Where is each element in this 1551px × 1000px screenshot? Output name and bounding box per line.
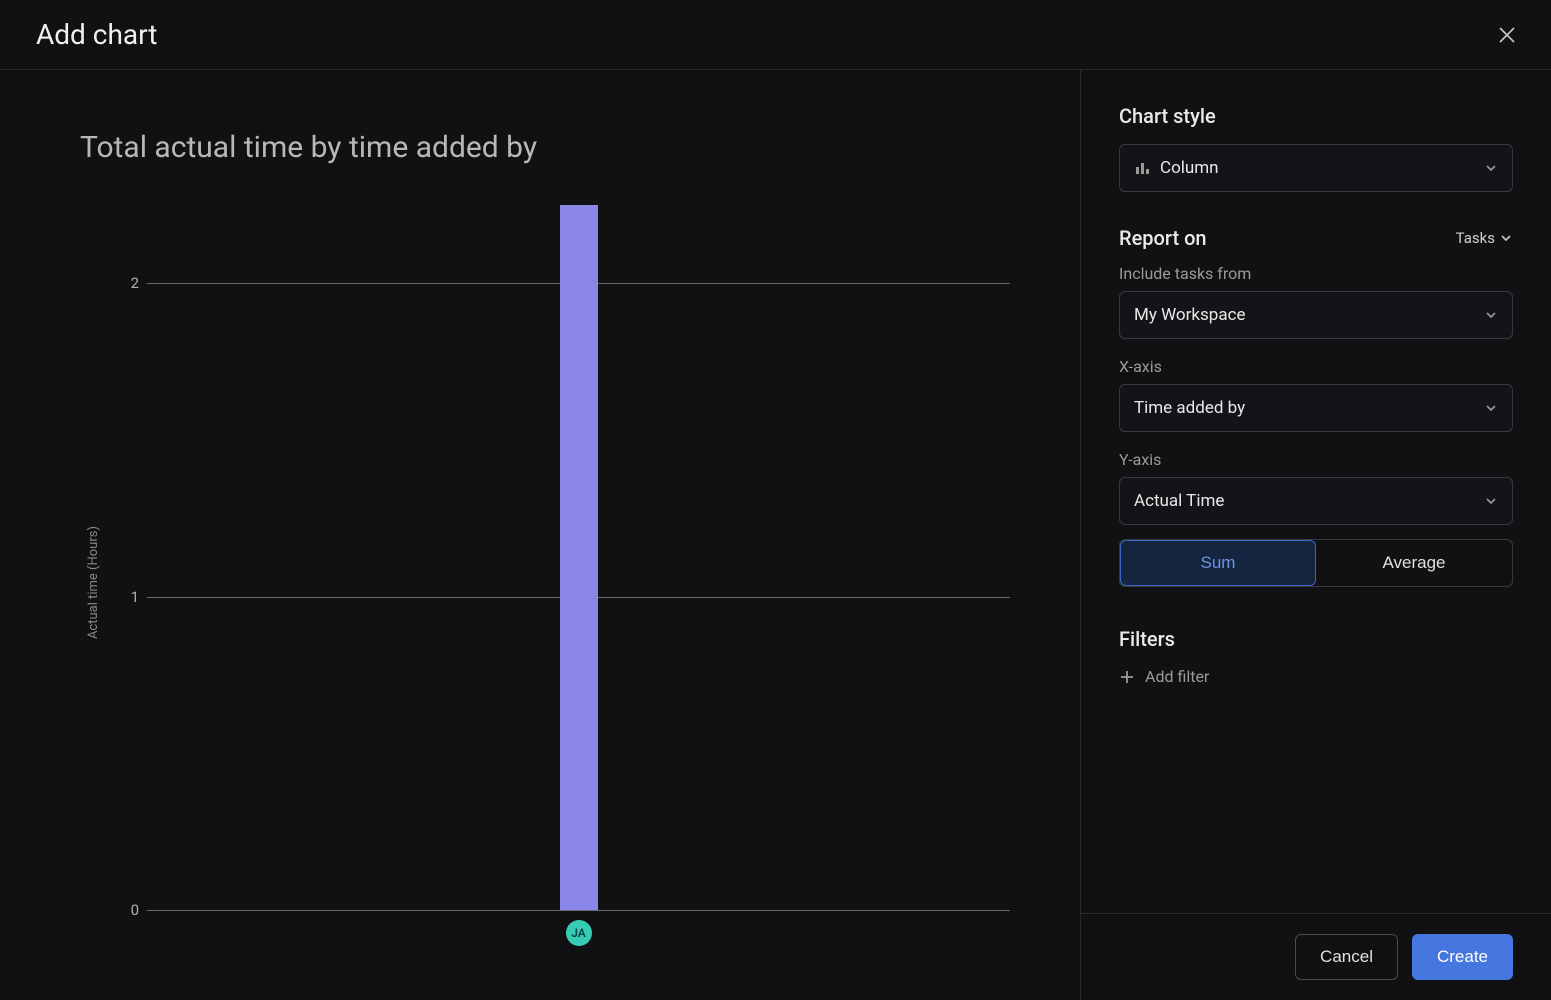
gridline — [147, 910, 1010, 911]
close-icon — [1498, 26, 1516, 44]
y-axis-label-field: Y-axis — [1119, 450, 1513, 469]
cancel-button[interactable]: Cancel — [1295, 934, 1398, 980]
modal-body: Total actual time by time added by Actua… — [0, 70, 1551, 1000]
create-button[interactable]: Create — [1412, 934, 1513, 980]
y-tick-label: 0 — [117, 901, 139, 919]
include-tasks-label: Include tasks from — [1119, 264, 1513, 283]
aggregation-average-button[interactable]: Average — [1316, 540, 1512, 586]
report-on-select[interactable]: Tasks — [1456, 229, 1513, 247]
config-footer: Cancel Create — [1081, 913, 1551, 1000]
report-on-title: Report on — [1119, 226, 1207, 250]
report-on-header: Report on Tasks — [1119, 226, 1513, 250]
y-tick-label: 2 — [117, 274, 139, 292]
chart-plot: 012JA — [117, 205, 1010, 910]
filters-section: Filters Add filter — [1119, 627, 1513, 686]
add-chart-modal: Add chart Total actual time by time adde… — [0, 0, 1551, 1000]
chart-style-section-title: Chart style — [1119, 104, 1513, 128]
chart-preview-title: Total actual time by time added by — [80, 130, 1010, 165]
close-button[interactable] — [1491, 19, 1523, 51]
chevron-down-icon — [1484, 308, 1498, 322]
chevron-down-icon — [1484, 161, 1498, 175]
plot-wrapper: 0 1 2 JA — [107, 205, 1010, 960]
y-axis-label: Actual time (Hours) — [80, 526, 107, 639]
x-axis-row — [107, 910, 1010, 960]
modal-title: Add chart — [36, 18, 157, 51]
y-tick-label: 1 — [117, 588, 139, 606]
aggregation-sum-button[interactable]: Sum — [1120, 540, 1316, 586]
x-axis-value: Time added by — [1134, 398, 1245, 418]
column-chart-icon — [1134, 160, 1150, 176]
chart-style-select[interactable]: Column — [1119, 144, 1513, 192]
add-filter-button[interactable]: Add filter — [1119, 667, 1513, 686]
aggregation-toggle: Sum Average — [1119, 539, 1513, 587]
include-tasks-select[interactable]: My Workspace — [1119, 291, 1513, 339]
filters-title: Filters — [1119, 627, 1513, 651]
chevron-down-icon — [1499, 231, 1513, 245]
add-filter-label: Add filter — [1145, 667, 1209, 686]
x-tick-avatar: JA — [566, 920, 592, 946]
chevron-down-icon — [1484, 401, 1498, 415]
report-on-value: Tasks — [1456, 229, 1495, 247]
chart-area: Actual time (Hours) 0 1 2 JA — [80, 205, 1010, 960]
plus-icon — [1119, 669, 1135, 685]
include-tasks-value: My Workspace — [1134, 305, 1245, 325]
x-axis-select[interactable]: Time added by — [1119, 384, 1513, 432]
y-axis-value: Actual Time — [1134, 491, 1224, 511]
y-axis-select[interactable]: Actual Time — [1119, 477, 1513, 525]
x-axis-label: X-axis — [1119, 357, 1513, 376]
chart-style-value: Column — [1160, 158, 1219, 178]
config-scroll: Chart style Column Report on Tasks Incl — [1081, 70, 1551, 913]
chart-bar[interactable] — [560, 205, 598, 910]
modal-header: Add chart — [0, 0, 1551, 70]
config-pane: Chart style Column Report on Tasks Incl — [1081, 70, 1551, 1000]
chart-preview-pane: Total actual time by time added by Actua… — [0, 70, 1081, 1000]
chevron-down-icon — [1484, 494, 1498, 508]
